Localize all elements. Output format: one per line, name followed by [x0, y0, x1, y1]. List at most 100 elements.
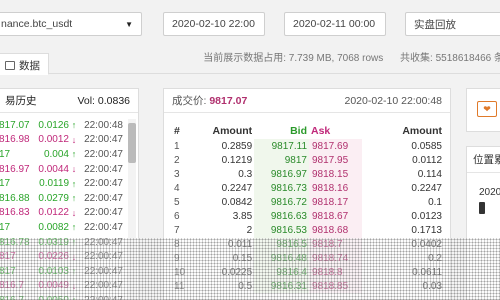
start-date-input[interactable]: 2020-02-10 22:00: [163, 12, 265, 36]
trade-qty: 0.0049: [38, 280, 69, 292]
trade-price: 816.78: [0, 236, 30, 248]
ob-bid-amount: 0.011: [227, 238, 253, 250]
trade-qty: 0.0126: [38, 119, 69, 131]
trade-qty: 0.0012: [38, 134, 69, 146]
ob-bid-amount: 0.0225: [221, 266, 253, 278]
ob-index: 6: [174, 210, 180, 222]
trade-price: 816.7: [0, 280, 25, 292]
order-book-row: 10 0.0225 9816.4 9818.8 0.0611: [174, 265, 444, 279]
trade-direction-icon: ↓: [71, 207, 77, 218]
trade-qty: 0.0319: [38, 236, 69, 248]
ob-index: 2: [174, 154, 180, 166]
ob-bid-amount: 0.5: [238, 280, 253, 292]
trade-qty: 0.0082: [38, 221, 69, 233]
ob-index: 5: [174, 196, 180, 208]
ob-ask-price: 9818.74: [309, 251, 362, 265]
trade-time: 22:00:47: [84, 207, 123, 219]
ob-ask-amount: 0.0585: [411, 140, 442, 152]
order-book-timestamp: 2020-02-10 22:00:48: [344, 94, 443, 107]
data-usage-text: 当前展示数据占用: 7.739 MB, 7068 rows: [203, 53, 384, 64]
trade-price: 816.88: [0, 192, 30, 204]
ob-ask-amount: 0.1: [428, 196, 442, 208]
ob-ask-price: 9818.67: [309, 209, 362, 223]
ob-ask-price: 9817.69: [309, 139, 362, 153]
trade-direction-icon: ↑: [71, 237, 77, 248]
order-book-header: 成交价: 9817.07 2020-02-10 22:00:48: [164, 89, 450, 113]
ob-bid-price: 9816.5: [254, 237, 309, 251]
trade-time: 22:00:48: [84, 119, 123, 131]
trade-time: 22:00:47: [79, 293, 125, 300]
ob-ask-amount: 0.0123: [411, 210, 442, 222]
ob-index: 9: [174, 252, 180, 264]
trade-direction-icon: ↓: [71, 280, 77, 291]
trade-row: 816.78 0.0319 ↑ 22:00:47: [0, 235, 125, 250]
ob-ask-amount: 0.114: [417, 168, 442, 180]
ob-bid-amount: 2: [246, 224, 253, 236]
ob-bid-amount: 3.85: [232, 210, 253, 222]
trade-qty: 0.0119: [39, 178, 69, 190]
position-panel-date: 2020: [479, 187, 500, 198]
trade-price: 17: [0, 178, 11, 190]
col-bid: Bid: [290, 125, 307, 137]
last-price-label: 成交价:: [172, 95, 207, 107]
col-ask-amount: Amount: [402, 125, 442, 137]
exchange-select[interactable]: nance.btc_usdt ▼: [0, 12, 142, 36]
ob-ask-price: 9817.95: [309, 153, 362, 167]
order-book-row: 2 0.1219 9817 9817.95 0.0112: [174, 153, 444, 167]
heart-icon[interactable]: ❤: [477, 101, 497, 117]
order-book-row: 8 0.011 9816.5 9818.7 0.0402: [174, 237, 444, 251]
trade-direction-icon: ↓: [71, 164, 77, 175]
trade-row: 817.07 0.0126 ↑ 22:00:48: [0, 118, 125, 133]
trade-history-header: 易历史 Vol: 0.0836: [0, 89, 138, 113]
trade-price: 817.07: [0, 119, 30, 131]
trade-row: 816.70.0050↑22:00:47: [0, 293, 125, 300]
trade-row: 816.7 0.0049 ↓ 22:00:47: [0, 279, 125, 294]
order-book-table: # Amount Bid Ask Amount 1 0.2859 9817.11 98…: [174, 123, 444, 293]
mode-select[interactable]: 实盘回放: [405, 12, 500, 36]
ob-bid-amount: 0.0842: [221, 196, 253, 208]
ob-index: 10: [174, 266, 186, 278]
trade-history-volume: Vol: 0.0836: [77, 94, 130, 107]
order-book-row: 6 3.85 9816.63 9818.67 0.0123: [174, 209, 444, 223]
trade-direction-icon: ↑: [71, 222, 77, 233]
trade-qty: 0.0103: [38, 265, 69, 277]
trade-direction-icon: ↑: [71, 120, 77, 131]
ob-ask-amount: 0.1713: [411, 224, 442, 236]
tab-data[interactable]: 数据: [0, 53, 49, 75]
trade-price: 17: [0, 221, 11, 233]
ob-ask-price: 9818.7: [309, 237, 362, 251]
ob-ask-amount: 0.0112: [412, 154, 442, 166]
ob-ask-amount: 0.2247: [411, 182, 442, 194]
trade-qty: 0.0226: [38, 251, 69, 263]
exchange-select-value: nance.btc_usdt: [1, 18, 73, 30]
trade-direction-icon: ↓: [71, 134, 77, 145]
trade-price: 816.97: [0, 163, 30, 175]
end-date-input[interactable]: 2020-02-11 00:00: [284, 12, 386, 36]
ob-bid-price: 9816.97: [254, 167, 309, 181]
order-book-panel: 成交价: 9817.07 2020-02-10 22:00:48 # Amoun…: [163, 88, 451, 300]
total-collected-text: 共收集: 5518618466 条: [400, 53, 500, 64]
trade-direction-icon: ↑: [71, 149, 77, 160]
trade-row: 816.97 0.0044 ↓ 22:00:47: [0, 162, 125, 177]
ob-bid-amount: 0.3: [238, 168, 253, 180]
trade-row: 817 0.0103 ↑ 22:00:47: [0, 264, 125, 279]
scrollbar-thumb[interactable]: [128, 123, 136, 163]
trade-history-table: 817.07 0.0126 ↑ 22:00:48 816.98 0.0012 ↓ 22:00:…: [0, 118, 125, 300]
order-book-row: 5 0.0842 9816.72 9818.17 0.1: [174, 195, 444, 209]
right-toolbar-panel: ❤: [466, 88, 500, 132]
ob-bid-price: 9816.31: [254, 279, 309, 293]
ob-index: 3: [174, 168, 180, 180]
trade-history-panel: 易历史 Vol: 0.0836 817.07 0.0126 ↑ 22:00:48 816…: [0, 88, 139, 300]
trade-row: 17 0.0119 ↑ 22:00:47: [0, 176, 125, 191]
trade-direction-icon: ↑: [69, 293, 79, 300]
trade-price: 816.98: [0, 134, 30, 146]
col-index: #: [174, 125, 180, 137]
end-date-value: 2020-02-11 00:00: [293, 18, 376, 30]
trade-qty: 0.0122: [38, 207, 69, 219]
trade-row: 17 0.0082 ↑ 22:00:47: [0, 220, 125, 235]
trade-price: 817: [0, 251, 16, 263]
ob-bid-price: 9816.72: [254, 195, 309, 209]
ob-bid-price: 9816.4: [254, 265, 309, 279]
trade-direction-icon: ↑: [71, 193, 77, 204]
trade-history-title: 易历史: [5, 95, 37, 107]
